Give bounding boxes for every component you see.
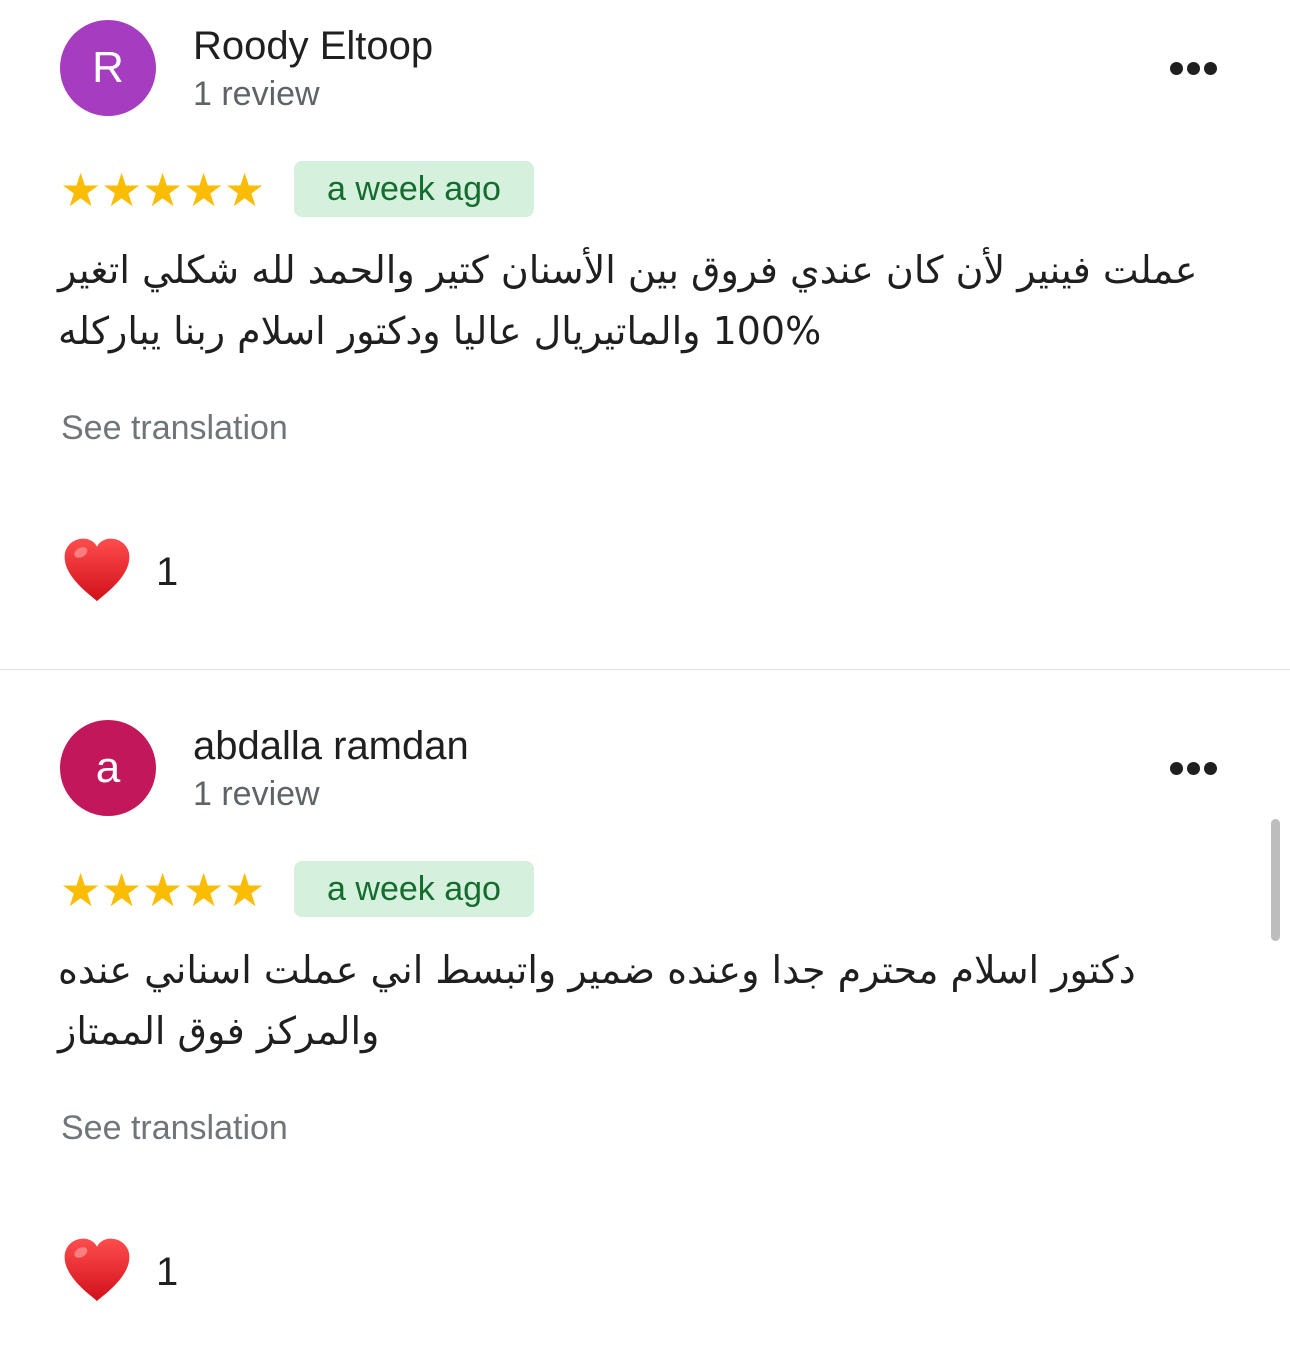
heart-icon xyxy=(64,1238,130,1302)
review-text-line: عملت فينير لأن كان عندي فروق بين الأسنان… xyxy=(58,248,1198,292)
review-text: دكتور اسلام محترم جدا وعنده ضمير واتبسط … xyxy=(58,940,1208,1062)
avatar[interactable]: a xyxy=(60,720,156,816)
reaction-count: 1 xyxy=(156,1250,179,1294)
review-text-line: والمركز فوق الممتاز xyxy=(58,1009,380,1053)
scrollbar-thumb[interactable] xyxy=(1271,819,1280,941)
review-card: R Roody Eltoop 1 review ★★★★★ a week ago… xyxy=(0,0,1290,670)
star-icon: ★ xyxy=(101,863,143,917)
author-name[interactable]: Roody Eltoop xyxy=(193,22,433,70)
star-icon: ★ xyxy=(224,163,266,217)
review-time-badge: a week ago xyxy=(294,861,534,917)
star-rating: ★★★★★ xyxy=(60,866,265,914)
heart-icon xyxy=(64,538,130,602)
review-text-line: 100% والماتيريال عاليا ودكتور اسلام ربنا… xyxy=(58,309,822,353)
star-icon: ★ xyxy=(142,863,184,917)
more-options-button[interactable] xyxy=(1160,748,1226,788)
star-icon: ★ xyxy=(224,863,266,917)
review-text-line: دكتور اسلام محترم جدا وعنده ضمير واتبسط … xyxy=(58,948,1136,992)
review-card: a abdalla ramdan 1 review ★★★★★ a week a… xyxy=(0,700,1290,1370)
star-rating: ★★★★★ xyxy=(60,166,265,214)
author-name[interactable]: abdalla ramdan xyxy=(193,722,469,770)
author-review-count: 1 review xyxy=(193,775,320,813)
star-icon: ★ xyxy=(142,163,184,217)
star-icon: ★ xyxy=(183,863,225,917)
see-translation-link[interactable]: See translation xyxy=(61,1106,288,1150)
review-time-badge: a week ago xyxy=(294,161,534,217)
star-icon: ★ xyxy=(101,163,143,217)
author-review-count: 1 review xyxy=(193,75,320,113)
more-options-button[interactable] xyxy=(1160,48,1226,88)
reaction-count: 1 xyxy=(156,550,179,594)
star-icon: ★ xyxy=(183,163,225,217)
star-icon: ★ xyxy=(60,163,102,217)
avatar[interactable]: R xyxy=(60,20,156,116)
review-text: عملت فينير لأن كان عندي فروق بين الأسنان… xyxy=(58,240,1208,362)
review-divider xyxy=(0,669,1290,670)
star-icon: ★ xyxy=(60,863,102,917)
see-translation-link[interactable]: See translation xyxy=(61,406,288,450)
